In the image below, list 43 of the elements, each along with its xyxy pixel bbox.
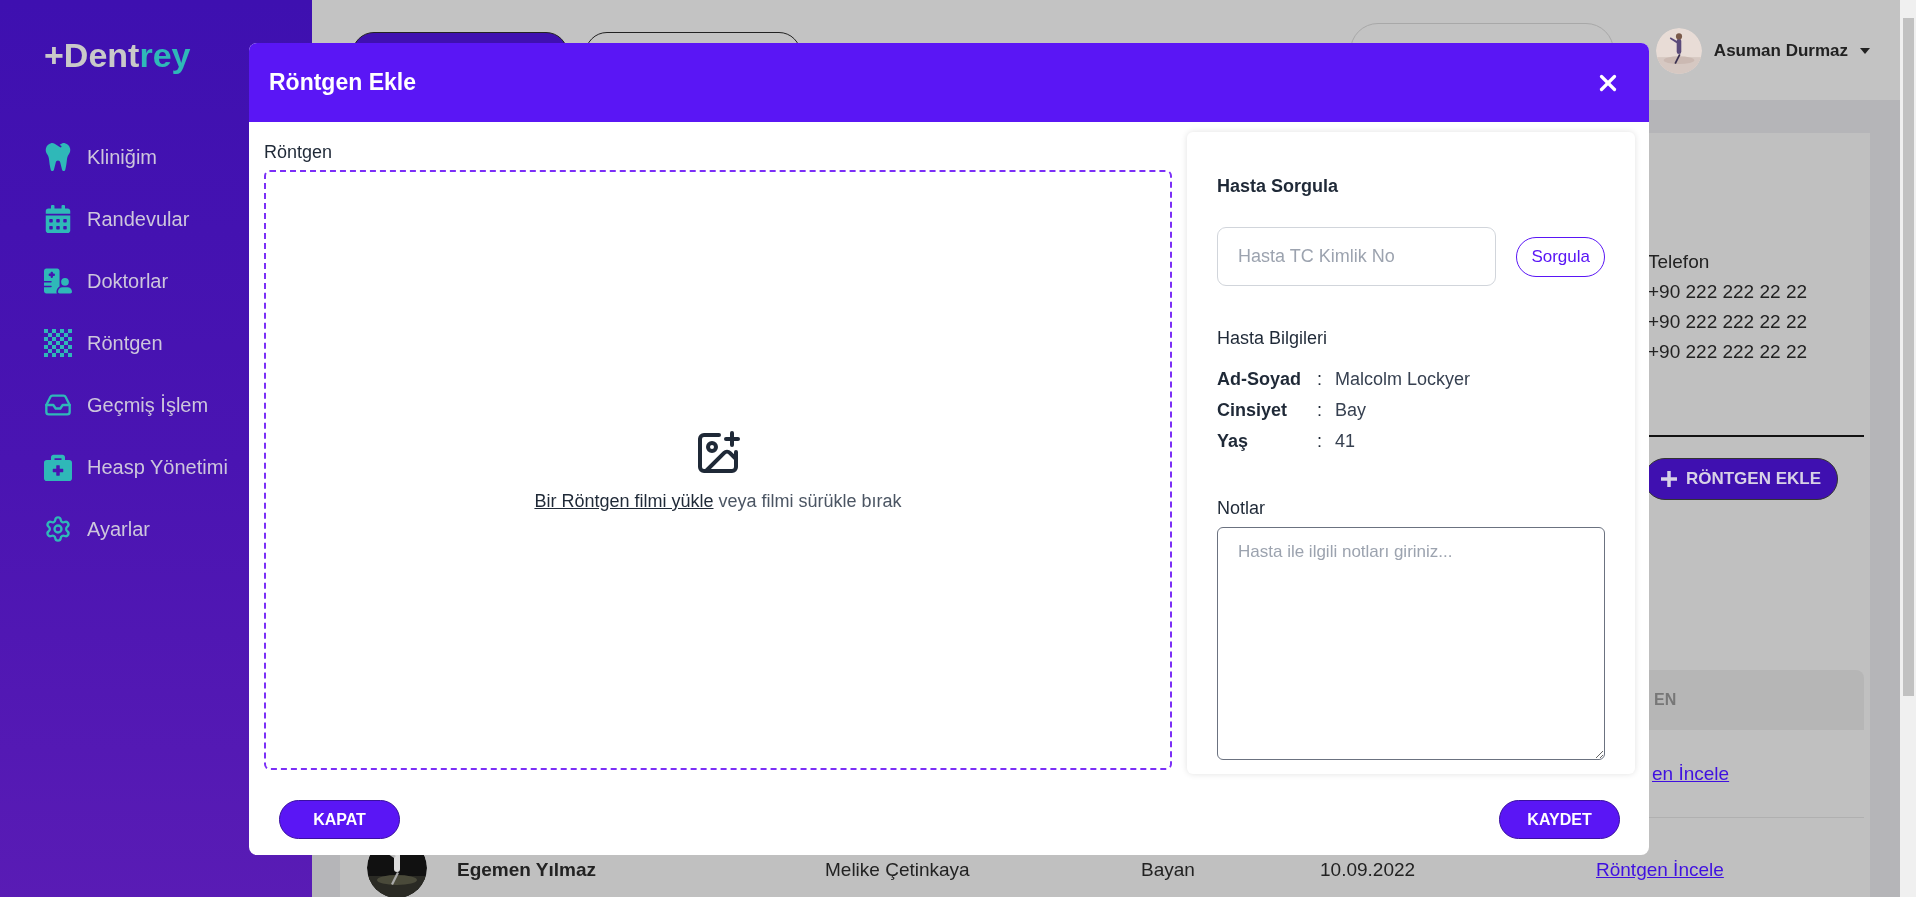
- table-cell: Egemen Yılmaz: [457, 858, 597, 880]
- checkered-icon: [44, 329, 72, 357]
- footer-button[interactable]: KAYDET: [1499, 800, 1620, 839]
- field-value: Bay: [1335, 400, 1368, 421]
- tooth-icon: [44, 143, 72, 171]
- modal-title: Röntgen Ekle: [269, 69, 416, 96]
- plus-icon: [1660, 471, 1677, 487]
- table-cell: Melike Çetinkaya: [825, 858, 970, 880]
- table-cell: Bayan: [1141, 858, 1195, 880]
- logo: +Dentrey: [44, 36, 191, 75]
- field-label: Cinsiyet: [1217, 400, 1289, 421]
- phone-number: +90 222 222 22 22: [1648, 280, 1807, 304]
- column-heading: Telefon: [1648, 250, 1710, 274]
- calendar-icon: [44, 205, 72, 233]
- field-label: Ad-Soyad: [1217, 369, 1302, 390]
- column-header: EN: [1653, 691, 1678, 709]
- separator: :: [1317, 369, 1323, 390]
- settings-icon: [44, 515, 72, 543]
- separator: :: [1317, 400, 1323, 421]
- view-xray-link[interactable]: Röntgen İncele: [1596, 858, 1724, 880]
- hospital-user-icon: [44, 267, 72, 295]
- table-cell: 10.09.2022: [1320, 858, 1416, 880]
- upload-instruction: Bir Röntgen filmi yükle veya filmi sürükle bırak: [534, 490, 902, 512]
- upload-link[interactable]: Bir Röntgen filmi yükle: [534, 490, 714, 511]
- user-name[interactable]: Asuman Durmaz: [1713, 41, 1848, 61]
- phone-number: +90 222 222 22 22: [1648, 340, 1807, 364]
- dropzone[interactable]: Bir Röntgen filmi yükle veya filmi sürükle bırak: [264, 170, 1172, 770]
- field-value: 41: [1335, 431, 1357, 452]
- footer-button[interactable]: KAPAT: [279, 800, 400, 839]
- phone-number: +90 222 222 22 22: [1648, 310, 1807, 334]
- separator: :: [1317, 431, 1323, 452]
- input-field[interactable]: Hasta TC Kimlik No: [1217, 227, 1497, 286]
- query-button[interactable]: Sorgula: [1516, 236, 1605, 277]
- section-title: Hasta Bilgileri: [1217, 328, 1328, 349]
- field-value: Malcolm Lockyer: [1335, 369, 1471, 390]
- section-title: Notlar: [1217, 498, 1265, 519]
- field-label: Röntgen: [264, 142, 333, 163]
- field-label: Yaş: [1217, 431, 1250, 452]
- caret-icon[interactable]: [1860, 48, 1870, 54]
- notes-field[interactable]: Hasta ile ilgili notları giriniz...: [1217, 527, 1605, 760]
- card-title: Hasta Sorgula: [1217, 176, 1339, 197]
- scrollbar[interactable]: [1900, 0, 1916, 897]
- briefcase-icon: [44, 453, 72, 481]
